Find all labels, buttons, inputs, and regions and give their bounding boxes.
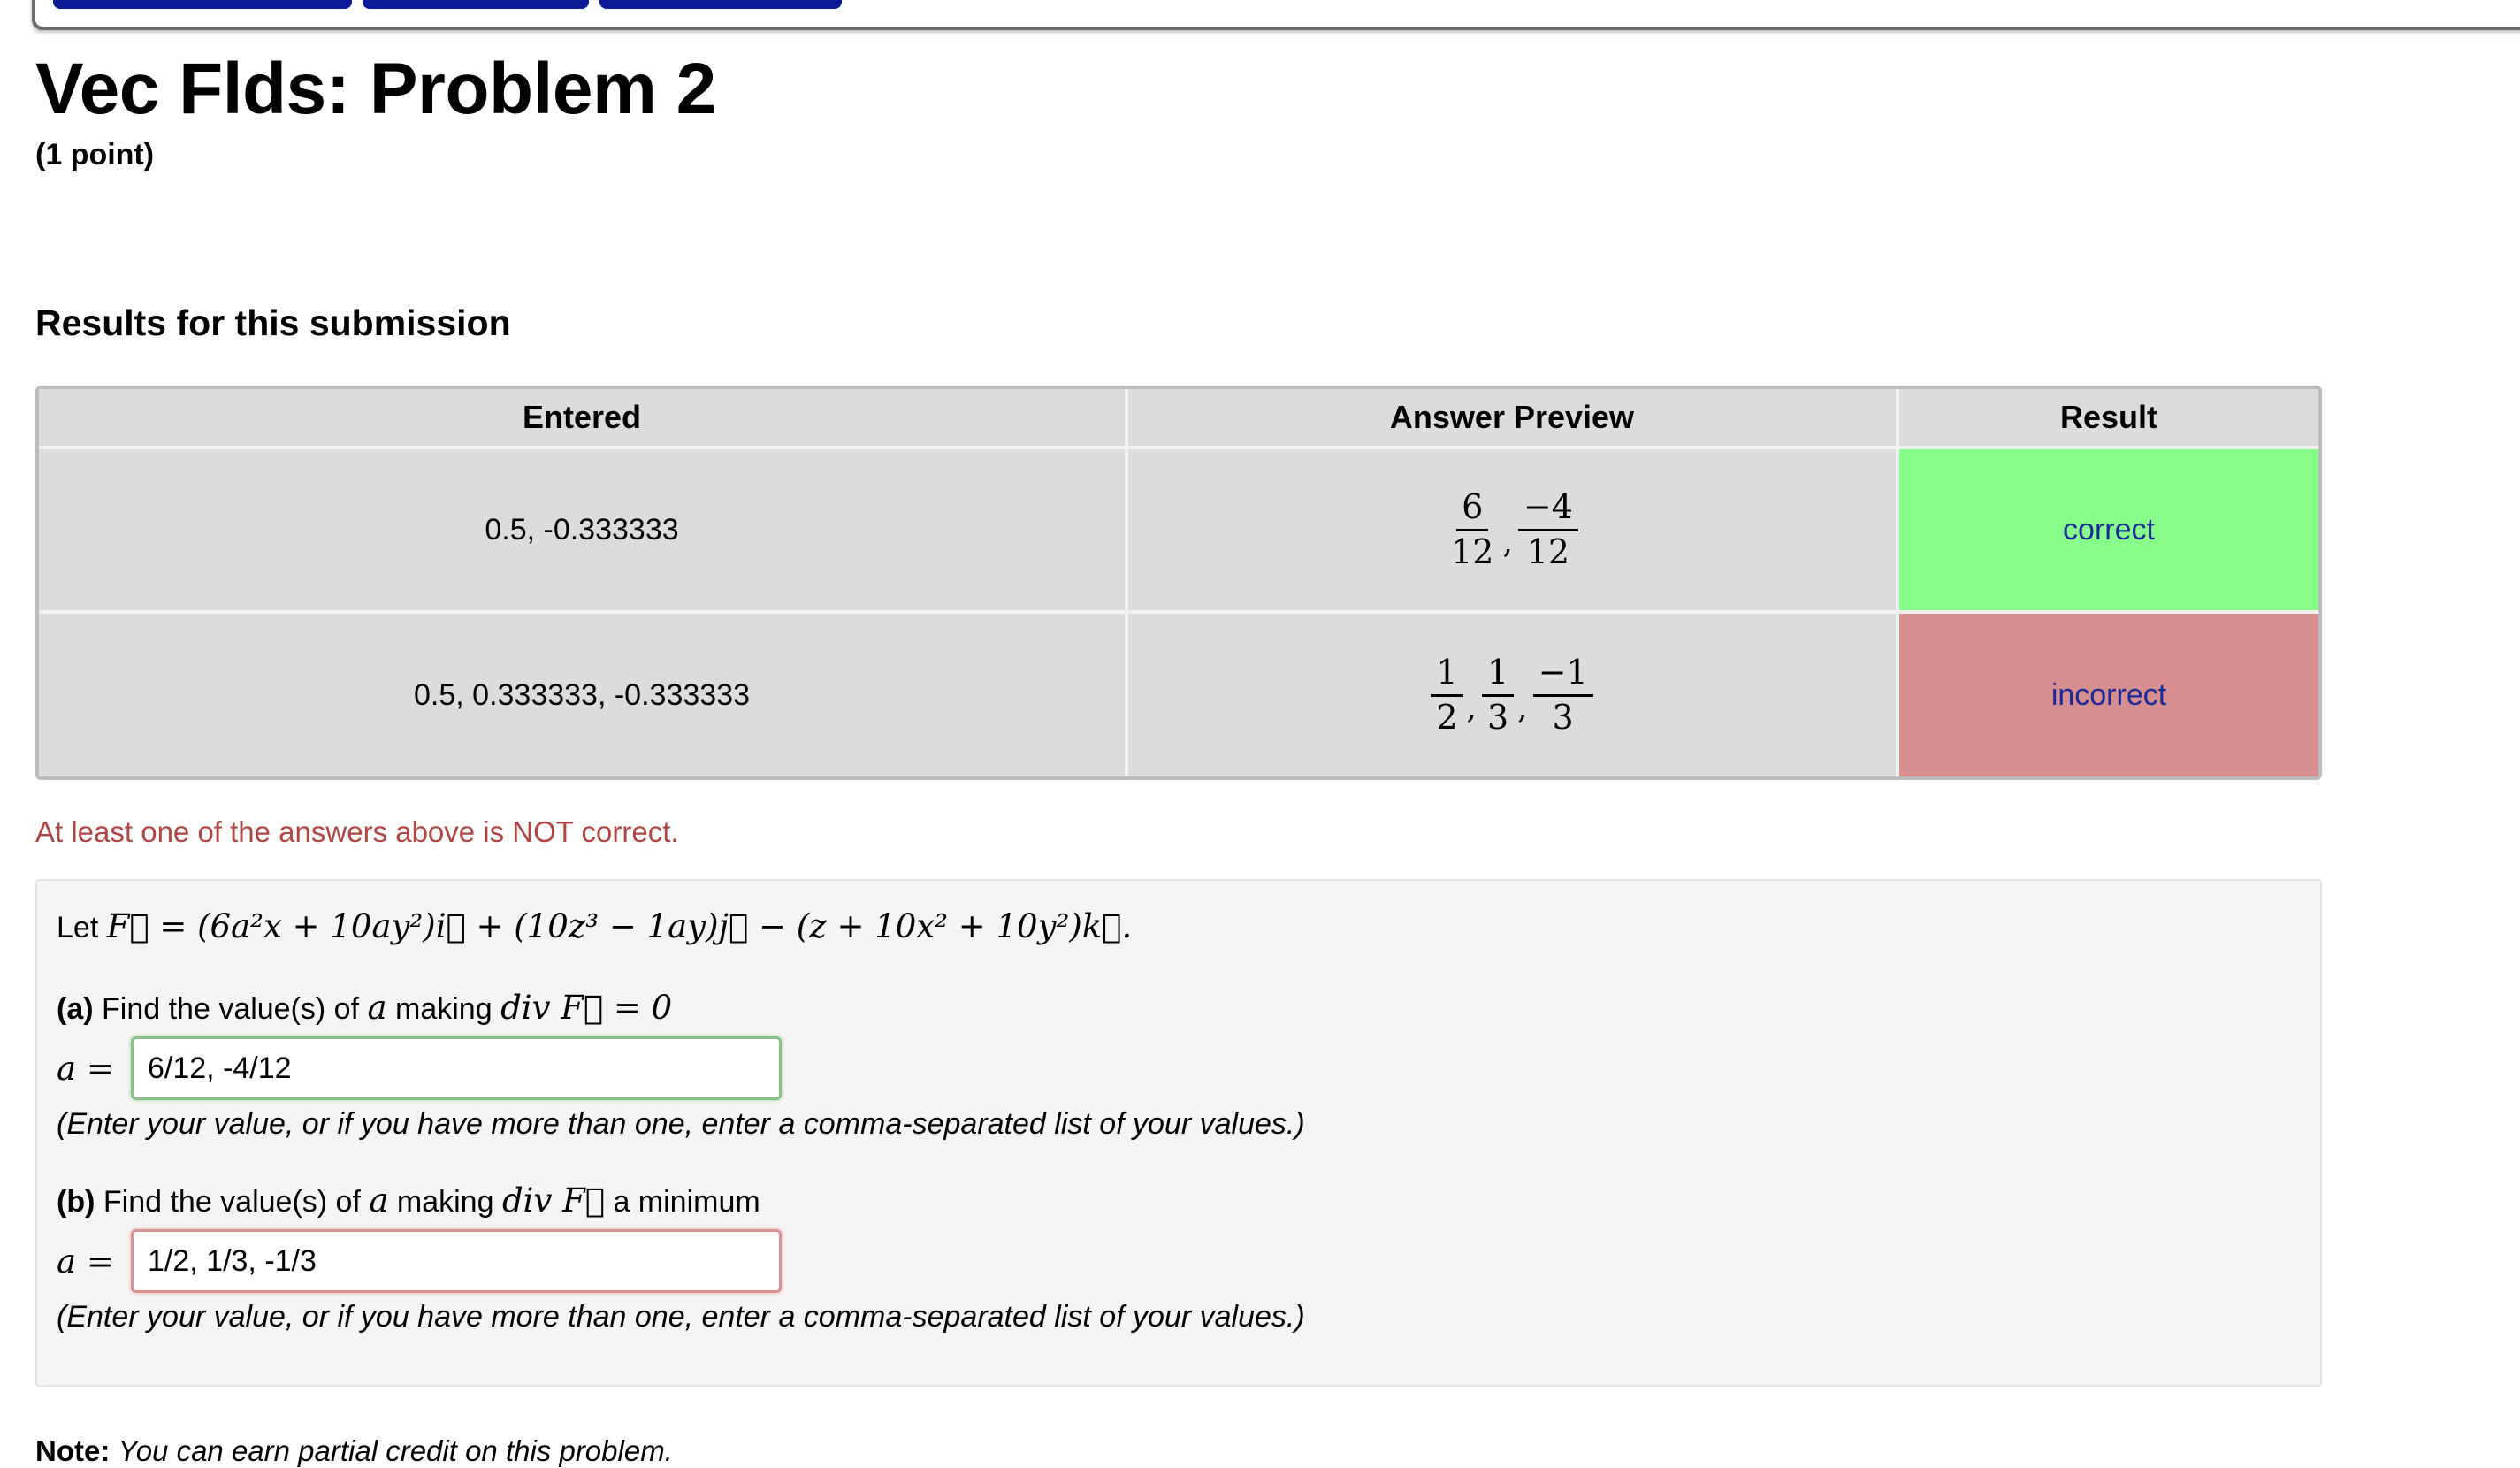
preview-cell-row-1: 6 12, −4 12 <box>1128 449 1896 610</box>
field-definition: Let F⃗ = (6a²x + 10ay²)i⃗ + (10z³ − 1ay)… <box>57 907 1133 945</box>
fraction: −4 12 <box>1517 486 1578 573</box>
column-header-preview: Answer Preview <box>1128 389 1896 446</box>
page-title: Vec Flds: Problem 2 <box>35 49 716 129</box>
column-header-result: Result <box>1899 389 2318 446</box>
results-table: Entered Answer Preview Result 0.5, -0.33… <box>35 386 2322 780</box>
partial-credit-note: Note: You can earn partial credit on thi… <box>35 1434 673 1467</box>
fraction: 12 <box>1431 652 1463 738</box>
result-cell-row-2: incorrect <box>1899 614 2318 776</box>
answer-label-b: a = <box>57 1242 114 1281</box>
part-b-question: (b) Find the value(s) of a making div F⃗… <box>57 1181 760 1220</box>
problem-points: (1 point) <box>35 138 155 172</box>
column-header-entered: Entered <box>39 389 1125 446</box>
answer-input-b[interactable] <box>131 1229 782 1293</box>
fraction: 6 12 <box>1451 487 1494 571</box>
part-a-question: (a) Find the value(s) of a making div F⃗… <box>57 989 673 1027</box>
nav-button-1[interactable] <box>53 0 352 9</box>
nav-button-2[interactable] <box>363 0 589 9</box>
entered-cell-row-1: 0.5, -0.333333 <box>39 449 1125 610</box>
answer-label-a: a = <box>57 1049 114 1088</box>
result-cell-row-1: correct <box>1899 449 2318 610</box>
vector-field-expression: F⃗ = (6a²x + 10ay²)i⃗ + (10z³ − 1ay)j⃗ −… <box>106 907 1133 945</box>
entered-cell-row-2: 0.5, 0.333333, -0.333333 <box>39 614 1125 776</box>
part-a-hint: (Enter your value, or if you have more t… <box>57 1107 1305 1141</box>
incorrect-warning: At least one of the answers above is NOT… <box>35 815 679 848</box>
results-heading: Results for this submission <box>35 302 511 343</box>
nav-button-3[interactable] <box>599 0 842 9</box>
part-a-answer-row: a = <box>57 1036 782 1100</box>
part-b-answer-row: a = <box>57 1229 782 1293</box>
answer-input-a[interactable] <box>131 1036 782 1100</box>
fraction: −1 3 <box>1532 652 1593 738</box>
problem-body: Let F⃗ = (6a²x + 10ay²)i⃗ + (10z³ − 1ay)… <box>35 879 2322 1387</box>
fraction: 13 <box>1481 652 1515 738</box>
part-b-hint: (Enter your value, or if you have more t… <box>57 1300 1305 1334</box>
preview-cell-row-2: 12, 13, −1 3 <box>1128 614 1896 776</box>
